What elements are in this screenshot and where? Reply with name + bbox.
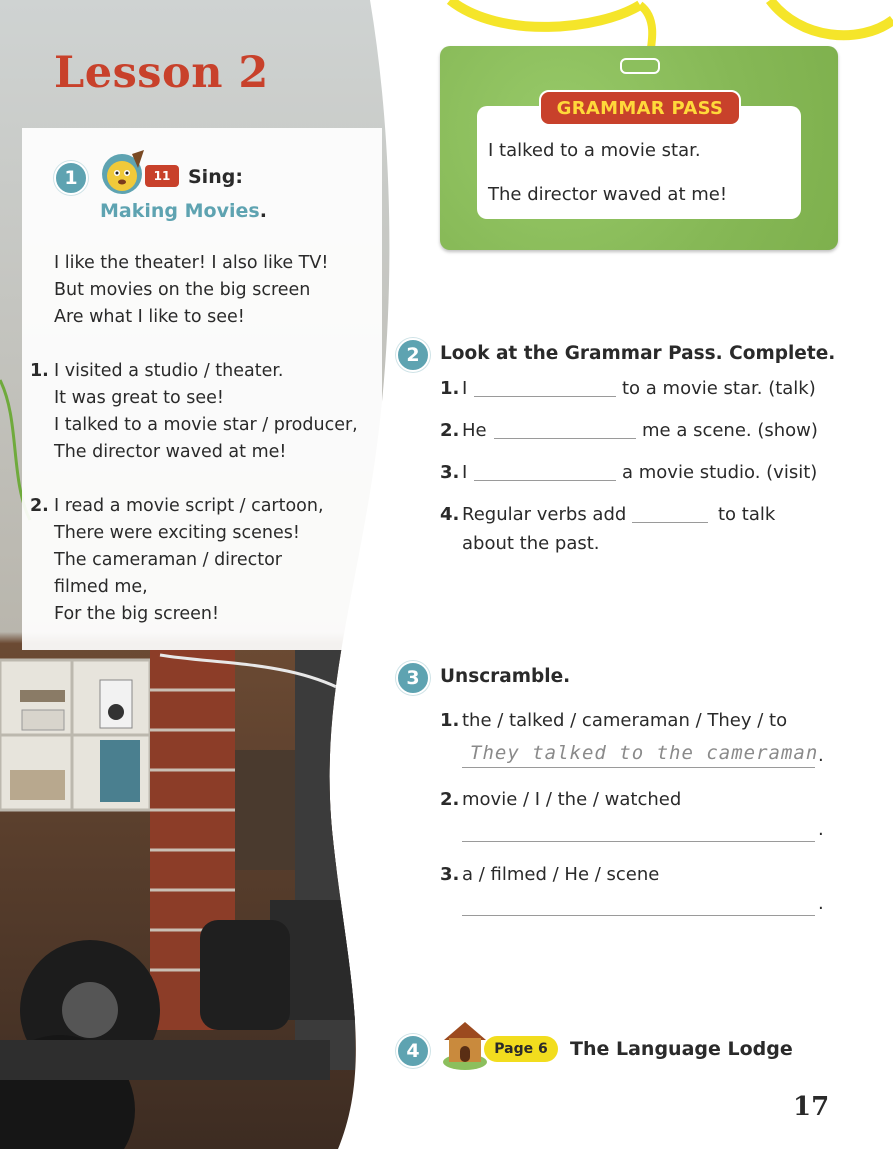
scrambled-words: the / talked / cameraman / They / to bbox=[462, 710, 788, 731]
grammar-pass-sentence: The director waved at me! bbox=[488, 184, 728, 205]
grammar-pass-label: GRAMMAR PASS bbox=[539, 90, 741, 126]
lyric-line: The cameraman / director bbox=[54, 550, 283, 570]
handwritten-answer: They talked to the cameraman bbox=[470, 742, 819, 764]
page-number: 17 bbox=[793, 1092, 830, 1122]
item-text: me a scene. (show) bbox=[642, 420, 818, 441]
item-number: 1. bbox=[440, 378, 460, 399]
lyric-line: Are what I like to see! bbox=[54, 307, 245, 327]
item-text: He bbox=[462, 420, 487, 441]
activity-number-3: 3 bbox=[396, 661, 430, 695]
line-period: . bbox=[818, 819, 824, 840]
scrambled-words: movie / I / the / watched bbox=[462, 789, 682, 810]
item-number: 3. bbox=[440, 462, 460, 483]
item-text: about the past. bbox=[462, 533, 600, 554]
item-number: 2. bbox=[440, 789, 460, 810]
activity-number-1: 1 bbox=[54, 161, 88, 195]
item-text: to talk bbox=[718, 504, 776, 525]
pass-slot bbox=[620, 58, 660, 74]
item-number: 3. bbox=[440, 864, 460, 885]
item-number: 2. bbox=[440, 420, 460, 441]
item-number: 4. bbox=[440, 504, 460, 525]
grammar-pass-sentence: I talked to a movie star. bbox=[488, 140, 701, 161]
answer-blank[interactable] bbox=[494, 438, 636, 439]
audio-track-badge: 11 bbox=[145, 165, 179, 187]
activity-number-2: 2 bbox=[396, 338, 430, 372]
item-text: Regular verbs add bbox=[462, 504, 627, 525]
lyric-line: filmed me, bbox=[54, 577, 148, 597]
language-lodge-title: The Language Lodge bbox=[570, 1038, 793, 1060]
lyric-line: There were exciting scenes! bbox=[54, 523, 300, 543]
answer-blank[interactable] bbox=[474, 480, 616, 481]
exercise-2-heading: Look at the Grammar Pass. Complete. bbox=[440, 343, 836, 364]
line-period: . bbox=[818, 745, 824, 766]
lyric-line: The director waved at me! bbox=[54, 442, 287, 462]
lyric-line: I like the theater! I also like TV! bbox=[54, 253, 329, 273]
lyric-line: For the big screen! bbox=[54, 604, 220, 624]
song-title-period: . bbox=[259, 200, 267, 222]
answer-blank[interactable] bbox=[632, 522, 708, 523]
lesson-title: Lesson 2 bbox=[54, 48, 269, 98]
item-text: I bbox=[462, 462, 468, 483]
line-period: . bbox=[818, 893, 824, 914]
item-text: a movie studio. (visit) bbox=[622, 462, 818, 483]
item-number: 1. bbox=[440, 710, 460, 731]
verse-number: 1. bbox=[30, 361, 49, 381]
sing-label: Sing: bbox=[188, 166, 243, 188]
answer-line[interactable] bbox=[462, 841, 815, 842]
answer-blank[interactable] bbox=[474, 396, 616, 397]
answer-line[interactable] bbox=[462, 767, 815, 768]
activity-number-4: 4 bbox=[396, 1034, 430, 1068]
lyric-line: I read a movie script / cartoon, bbox=[54, 496, 324, 516]
item-text: to a movie star. (talk) bbox=[622, 378, 816, 399]
scrambled-words: a / filmed / He / scene bbox=[462, 864, 660, 885]
lyric-line: I visited a studio / theater. bbox=[54, 361, 284, 381]
song-title-text: Making Movies bbox=[100, 200, 260, 222]
lyric-line: But movies on the big screen bbox=[54, 280, 311, 300]
lyric-line: It was great to see! bbox=[54, 388, 224, 408]
song-title: Making Movies. bbox=[100, 200, 267, 222]
page-reference-badge: Page 6 bbox=[484, 1036, 558, 1062]
answer-line[interactable] bbox=[462, 915, 815, 916]
lodge-house-icon bbox=[443, 1022, 487, 1070]
verse-number: 2. bbox=[30, 496, 49, 516]
dog-character-icon bbox=[102, 150, 144, 194]
item-text: I bbox=[462, 378, 468, 399]
lyric-line: I talked to a movie star / producer, bbox=[54, 415, 358, 435]
exercise-3-heading: Unscramble. bbox=[440, 666, 571, 687]
